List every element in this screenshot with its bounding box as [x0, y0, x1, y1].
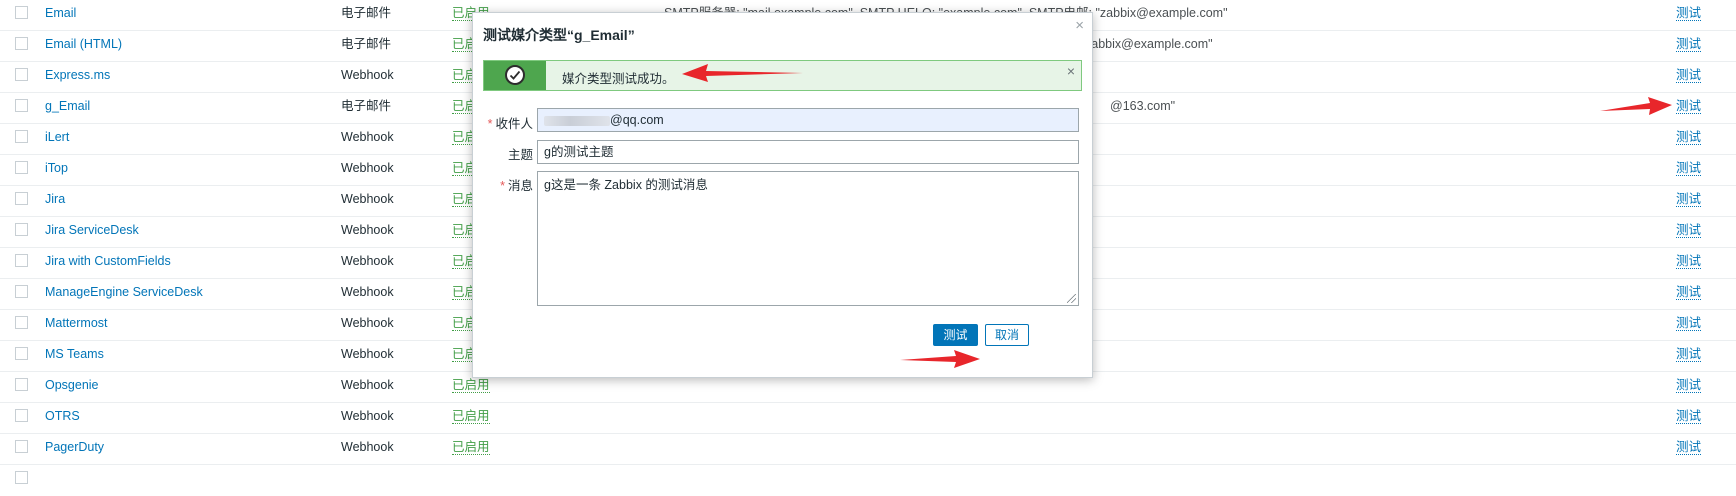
- media-type-name-link[interactable]: ManageEngine ServiceDesk: [45, 279, 203, 306]
- dialog-title: 测试媒介类型“g_Email”: [483, 27, 635, 43]
- test-link[interactable]: 测试: [1676, 223, 1702, 238]
- row-checkbox[interactable]: [15, 37, 28, 50]
- row-checkbox[interactable]: [15, 378, 28, 391]
- media-type-type: 电子邮件: [341, 37, 392, 51]
- media-type-name-link[interactable]: Jira with CustomFields: [45, 248, 171, 275]
- media-type-name-link[interactable]: Email (HTML): [45, 31, 122, 58]
- success-message: 媒介类型测试成功。: [562, 72, 675, 86]
- annotation-arrow-icon: [682, 64, 803, 82]
- media-type-type: Webhook: [341, 223, 394, 237]
- row-checkbox[interactable]: [15, 68, 28, 81]
- row-checkbox[interactable]: [15, 192, 28, 205]
- table-row: PagerDuty Webhook 已启用 测试: [0, 434, 1736, 465]
- test-link[interactable]: 测试: [1676, 285, 1702, 300]
- test-link[interactable]: 测试: [1676, 409, 1702, 424]
- test-link[interactable]: 测试: [1676, 37, 1702, 52]
- redacted-text: [544, 115, 610, 126]
- media-type-type: Webhook: [341, 68, 394, 82]
- media-type-name-link[interactable]: Express.ms: [45, 62, 110, 89]
- media-type-name-link[interactable]: g_Email: [45, 93, 90, 120]
- annotation-arrow-icon: [1600, 97, 1672, 115]
- close-icon[interactable]: ×: [1067, 63, 1075, 79]
- cancel-button[interactable]: 取消: [985, 324, 1029, 346]
- media-type-type: Webhook: [341, 409, 394, 423]
- row-checkbox[interactable]: [15, 409, 28, 422]
- annotation-arrow-icon: [900, 350, 980, 368]
- test-link[interactable]: 测试: [1676, 440, 1702, 455]
- media-type-type: 电子邮件: [341, 99, 392, 113]
- table-row: [0, 465, 1736, 496]
- test-link[interactable]: 测试: [1676, 347, 1702, 362]
- message-textarea[interactable]: g这是一条 Zabbix 的测试消息: [537, 171, 1079, 306]
- media-type-type: Webhook: [341, 254, 394, 268]
- media-type-type: Webhook: [341, 130, 394, 144]
- row-checkbox[interactable]: [15, 6, 28, 19]
- media-type-details: @163.com": [1110, 99, 1176, 113]
- media-type-type: Webhook: [341, 378, 394, 392]
- status-toggle[interactable]: 已启用: [452, 409, 490, 424]
- recipient-field[interactable]: @qq.com: [537, 108, 1079, 132]
- media-type-name-link[interactable]: Email: [45, 0, 76, 27]
- row-checkbox[interactable]: [15, 471, 28, 484]
- media-type-type: Webhook: [341, 440, 394, 454]
- media-type-name-link[interactable]: PagerDuty: [45, 434, 104, 461]
- media-type-name-link[interactable]: iLert: [45, 124, 69, 151]
- table-row: OTRS Webhook 已启用 测试: [0, 403, 1736, 434]
- row-checkbox[interactable]: [15, 223, 28, 236]
- media-type-type: Webhook: [341, 285, 394, 299]
- row-checkbox[interactable]: [15, 254, 28, 267]
- test-link[interactable]: 测试: [1676, 161, 1702, 176]
- media-type-details: zabbix@example.com": [1085, 37, 1213, 51]
- recipient-label: 收件人: [473, 113, 533, 132]
- row-checkbox[interactable]: [15, 161, 28, 174]
- status-toggle[interactable]: 已启用: [452, 440, 490, 455]
- success-icon-box: [484, 61, 546, 90]
- media-type-name-link[interactable]: OTRS: [45, 403, 80, 430]
- resize-handle-icon[interactable]: [1067, 294, 1076, 303]
- row-checkbox[interactable]: [15, 440, 28, 453]
- media-type-name-link[interactable]: Opsgenie: [45, 372, 99, 399]
- test-link[interactable]: 测试: [1676, 192, 1702, 207]
- row-checkbox[interactable]: [15, 316, 28, 329]
- row-checkbox[interactable]: [15, 130, 28, 143]
- media-type-name-link[interactable]: Jira: [45, 186, 65, 213]
- test-link[interactable]: 测试: [1676, 254, 1702, 269]
- media-type-name-link[interactable]: Jira ServiceDesk: [45, 217, 139, 244]
- subject-field[interactable]: g的测试主题: [537, 140, 1079, 164]
- media-type-type: Webhook: [341, 161, 394, 175]
- media-type-name-link[interactable]: iTop: [45, 155, 68, 182]
- row-checkbox[interactable]: [15, 347, 28, 360]
- media-type-name-link[interactable]: MS Teams: [45, 341, 104, 368]
- test-link[interactable]: 测试: [1676, 316, 1702, 331]
- test-link[interactable]: 测试: [1676, 6, 1702, 21]
- checkmark-circle-icon: [505, 65, 525, 85]
- media-type-type: Webhook: [341, 316, 394, 330]
- close-icon[interactable]: ×: [1075, 17, 1084, 34]
- test-link[interactable]: 测试: [1676, 99, 1702, 114]
- row-checkbox[interactable]: [15, 99, 28, 112]
- test-link[interactable]: 测试: [1676, 378, 1702, 393]
- row-checkbox[interactable]: [15, 285, 28, 298]
- status-toggle[interactable]: 已启用: [452, 378, 490, 393]
- media-type-type: Webhook: [341, 347, 394, 361]
- test-link[interactable]: 测试: [1676, 130, 1702, 145]
- subject-label: 主题: [507, 148, 533, 162]
- test-button[interactable]: 测试: [933, 324, 978, 346]
- test-link[interactable]: 测试: [1676, 68, 1702, 83]
- media-type-type: 电子邮件: [341, 6, 392, 20]
- media-type-name-link[interactable]: Mattermost: [45, 310, 108, 337]
- media-type-type: Webhook: [341, 192, 394, 206]
- message-label: 消息: [473, 175, 533, 194]
